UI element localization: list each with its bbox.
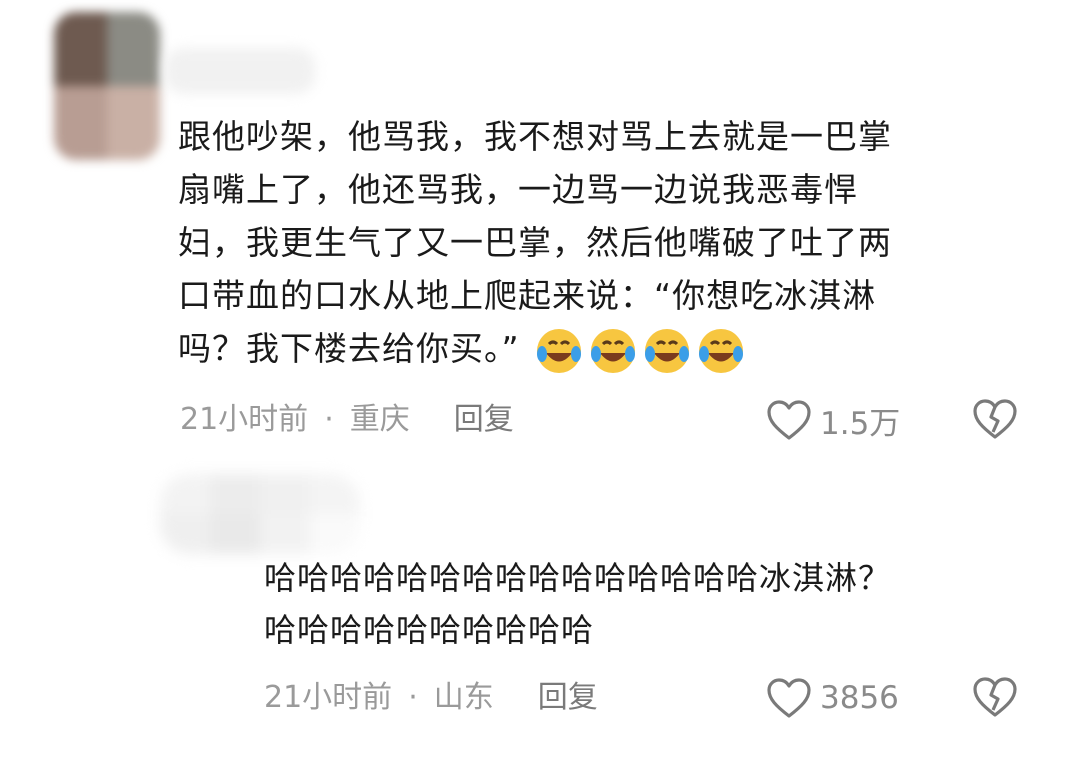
comment-location: 重庆 bbox=[349, 402, 410, 437]
comment-thread: 跟他吵架，他骂我，我不想对骂上去就是一巴掌 扇嘴上了，他还骂我，一边骂一边说我恶… bbox=[0, 0, 1076, 760]
reply-location: 山东 bbox=[433, 680, 494, 715]
avatar[interactable] bbox=[54, 12, 160, 160]
dislike-broken-heart-icon[interactable] bbox=[972, 676, 1018, 718]
meta-separator: · bbox=[408, 680, 418, 715]
dislike-broken-heart-icon[interactable] bbox=[972, 398, 1018, 440]
reply-body: 哈哈哈哈哈哈哈哈哈哈哈哈哈哈哈冰淇淋？ 哈哈哈哈哈哈哈哈哈哈 bbox=[264, 559, 892, 649]
like-count: 1.5万 bbox=[820, 405, 901, 442]
comment-meta: 21小时前 · 重庆 回复 bbox=[180, 398, 514, 442]
comment-body: 跟他吵架，他骂我，我不想对骂上去就是一巴掌 扇嘴上了，他还骂我，一边骂一边说我恶… bbox=[178, 110, 1058, 376]
rolling-laughing-face-icon bbox=[644, 328, 689, 373]
rolling-laughing-face-icon bbox=[698, 328, 743, 373]
rolling-laughing-face-icon bbox=[590, 328, 635, 373]
comment-time: 21小时前 bbox=[180, 402, 309, 437]
meta-separator: · bbox=[324, 402, 334, 437]
rolling-laughing-face-icon bbox=[536, 328, 581, 373]
like-button[interactable]: 3856 bbox=[766, 674, 899, 722]
reply-button[interactable]: 回复 bbox=[538, 680, 598, 715]
reply-meta: 21小时前 · 山东 回复 bbox=[264, 676, 598, 720]
like-button[interactable]: 1.5万 bbox=[766, 396, 900, 444]
reply-avatar-blurred[interactable] bbox=[160, 474, 360, 554]
username-blurred[interactable] bbox=[165, 48, 315, 94]
reply-time: 21小时前 bbox=[264, 680, 393, 715]
heart-icon bbox=[767, 678, 811, 718]
reply-button[interactable]: 回复 bbox=[454, 402, 514, 437]
heart-icon bbox=[767, 400, 811, 440]
emoji-group bbox=[534, 326, 750, 376]
like-count: 3856 bbox=[820, 680, 899, 716]
